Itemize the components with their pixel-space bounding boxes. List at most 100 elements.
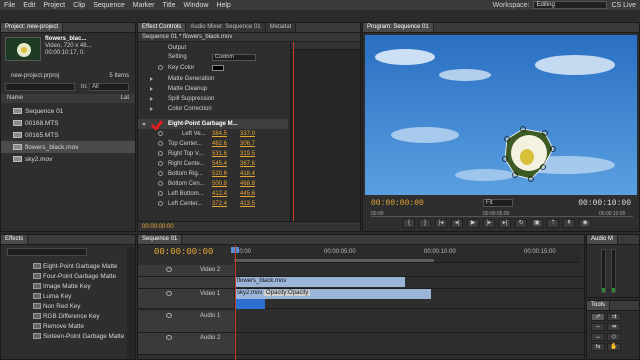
tab-tools[interactable]: Tools bbox=[587, 301, 611, 310]
stopwatch-icon[interactable] bbox=[158, 191, 163, 196]
point-y-value[interactable]: 468.8 bbox=[240, 181, 255, 187]
step-back-icon[interactable]: ◂| bbox=[451, 219, 463, 228]
safe-margins-icon[interactable]: ▣ bbox=[531, 219, 543, 228]
extract-icon[interactable]: ⇞ bbox=[563, 219, 575, 228]
ripple-edit-tool-icon[interactable]: ⇔ bbox=[591, 323, 605, 331]
in-select[interactable]: All bbox=[89, 83, 129, 91]
rolling-edit-tool-icon[interactable]: ⇹ bbox=[607, 323, 621, 331]
clip-sky-selection[interactable] bbox=[235, 299, 265, 309]
work-area-bar[interactable] bbox=[234, 259, 434, 262]
point-x-value[interactable]: 372.4 bbox=[212, 201, 227, 207]
tab-effects[interactable]: Effects bbox=[1, 235, 29, 244]
effects-scrollbar[interactable] bbox=[127, 247, 135, 359]
zoom-fit-select[interactable]: Fit bbox=[483, 199, 513, 207]
lift-icon[interactable]: ⇡ bbox=[547, 219, 559, 228]
point-x-value[interactable]: 500.8 bbox=[212, 181, 227, 187]
track-select-tool-icon[interactable]: ⇉ bbox=[607, 313, 621, 321]
expand-icon[interactable] bbox=[150, 107, 153, 111]
stopwatch-icon[interactable] bbox=[158, 171, 163, 176]
hand-tool-icon[interactable]: ✋ bbox=[607, 343, 621, 351]
slip-tool-icon[interactable]: ⇆ bbox=[591, 343, 605, 351]
point-y-value[interactable]: 367.6 bbox=[240, 161, 255, 167]
list-item[interactable]: sky2.mov bbox=[1, 153, 135, 165]
effects-search-input[interactable] bbox=[7, 248, 87, 256]
point-x-value[interactable]: 520.6 bbox=[212, 171, 227, 177]
eye-icon[interactable] bbox=[166, 267, 172, 272]
expand-icon[interactable] bbox=[150, 97, 153, 101]
expand-icon[interactable] bbox=[150, 87, 153, 91]
menu-window[interactable]: Window bbox=[179, 2, 212, 9]
effect-controls-ruler[interactable] bbox=[291, 42, 360, 50]
tab-project[interactable]: Project: new-project bbox=[1, 23, 64, 32]
col-name[interactable]: Name bbox=[7, 94, 23, 103]
export-frame-icon[interactable]: ◉ bbox=[579, 219, 591, 228]
point-y-value[interactable]: 413.5 bbox=[240, 201, 255, 207]
effect-item[interactable]: Non Red Key bbox=[1, 301, 127, 311]
stopwatch-icon[interactable] bbox=[158, 181, 163, 186]
menu-project[interactable]: Project bbox=[39, 2, 69, 9]
point-x-value[interactable]: 545.4 bbox=[212, 161, 227, 167]
stopwatch-icon[interactable] bbox=[158, 151, 163, 156]
go-to-in-icon[interactable]: |◂ bbox=[435, 219, 447, 228]
razor-tool-icon[interactable]: ◇ bbox=[607, 333, 621, 341]
cs-live-button[interactable]: CS Live bbox=[611, 2, 636, 9]
effect-item[interactable]: RGB Difference Key bbox=[1, 311, 127, 321]
tab-audio-meters[interactable]: Audio M bbox=[587, 235, 619, 244]
loop-icon[interactable]: ↻ bbox=[515, 219, 527, 228]
point-x-value[interactable]: 531.6 bbox=[212, 151, 227, 157]
list-item[interactable]: 00165.MTS bbox=[1, 129, 135, 141]
eye-icon[interactable] bbox=[166, 291, 172, 296]
point-y-value[interactable]: 319.5 bbox=[240, 151, 255, 157]
menu-edit[interactable]: Edit bbox=[19, 2, 39, 9]
clip-sky[interactable]: sky2.mov Opacity:Opacity bbox=[235, 289, 431, 299]
point-x-value[interactable]: 384.5 bbox=[212, 131, 227, 137]
speaker-icon[interactable] bbox=[166, 313, 172, 318]
point-y-value[interactable]: 445.6 bbox=[240, 191, 255, 197]
workspace-select[interactable]: Editing bbox=[533, 1, 608, 9]
expand-icon[interactable] bbox=[150, 77, 153, 81]
stopwatch-icon[interactable] bbox=[158, 65, 163, 70]
tab-effect-controls[interactable]: Effect Controls bbox=[138, 23, 187, 32]
effect-item[interactable]: Eight-Point Garbage Matte bbox=[1, 261, 127, 271]
mark-in-icon[interactable]: { bbox=[403, 219, 415, 228]
effect-controls-time[interactable]: 00:00:00:00 bbox=[138, 221, 360, 231]
step-forward-icon[interactable]: |▸ bbox=[483, 219, 495, 228]
program-monitor-video[interactable] bbox=[365, 35, 637, 195]
stopwatch-icon[interactable] bbox=[158, 201, 163, 206]
clip-sky-opacity[interactable]: Opacity:Opacity bbox=[264, 290, 311, 296]
stopwatch-icon[interactable] bbox=[158, 131, 163, 136]
effect-controls-timeline[interactable] bbox=[290, 42, 360, 222]
play-icon[interactable]: ▶ bbox=[467, 219, 479, 228]
list-item[interactable]: flowers_black.mov bbox=[1, 141, 135, 153]
effect-item[interactable]: Sixteen-Point Garbage Matte bbox=[1, 331, 127, 341]
menu-sequence[interactable]: Sequence bbox=[89, 2, 129, 9]
menu-clip[interactable]: Clip bbox=[69, 2, 89, 9]
effect-controls-playhead[interactable] bbox=[293, 42, 294, 222]
playhead-line[interactable] bbox=[235, 245, 236, 360]
collapse-icon[interactable] bbox=[142, 123, 146, 126]
point-x-value[interactable]: 412.4 bbox=[212, 191, 227, 197]
point-y-value[interactable]: 337.0 bbox=[240, 131, 255, 137]
effect-item[interactable]: Four-Point Garbage Matte bbox=[1, 271, 127, 281]
go-to-out-icon[interactable]: ▸| bbox=[499, 219, 511, 228]
stopwatch-icon[interactable] bbox=[158, 141, 163, 146]
key-color-swatch[interactable] bbox=[212, 65, 224, 71]
effect-item[interactable]: Image Matte Key bbox=[1, 281, 127, 291]
mark-out-icon[interactable]: } bbox=[419, 219, 431, 228]
menu-marker[interactable]: Marker bbox=[129, 2, 159, 9]
effect-item[interactable]: Remove Matte bbox=[1, 321, 127, 331]
menu-help[interactable]: Help bbox=[212, 2, 234, 9]
col-label[interactable]: Lat bbox=[121, 94, 129, 103]
list-item[interactable]: Sequence 01 bbox=[1, 105, 135, 117]
point-y-value[interactable]: 418.4 bbox=[240, 171, 255, 177]
stopwatch-icon[interactable] bbox=[158, 161, 163, 166]
setting-select[interactable]: Custom bbox=[212, 54, 256, 61]
project-search-input[interactable] bbox=[5, 83, 75, 91]
menu-file[interactable]: File bbox=[0, 2, 19, 9]
point-y-value[interactable]: 306.7 bbox=[240, 141, 255, 147]
list-item[interactable]: 00168.MTS bbox=[1, 117, 135, 129]
timeline-current-time[interactable]: 00:00:00:00 bbox=[154, 247, 213, 257]
tab-metadata[interactable]: Metadat bbox=[265, 23, 297, 32]
tab-audio-mixer[interactable]: Audio Mixer: Sequence 01 bbox=[186, 23, 266, 32]
tab-sequence[interactable]: Sequence 01 bbox=[138, 235, 183, 244]
